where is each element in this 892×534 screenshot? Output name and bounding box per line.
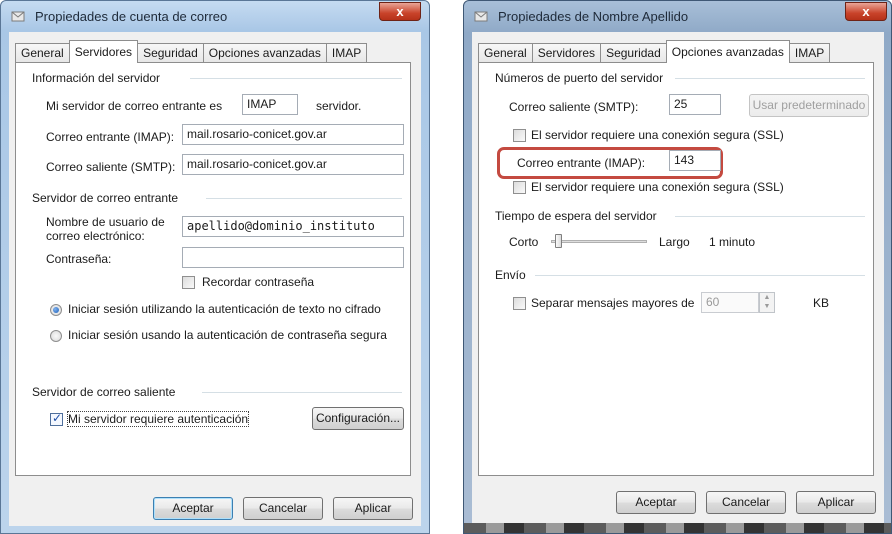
tab-servidores[interactable]: Servidores bbox=[68, 40, 139, 63]
split-unit-label: KB bbox=[813, 296, 830, 310]
configuration-button[interactable]: Configuración... bbox=[312, 407, 404, 430]
tab-page-opciones-avanzadas: Números de puerto del servidor Correo sa… bbox=[478, 62, 874, 476]
incoming-type-field: IMAP bbox=[242, 94, 298, 115]
account-properties-window: Propiedades de cuenta de correo x Genera… bbox=[0, 0, 430, 534]
tab-imap[interactable]: IMAP bbox=[788, 43, 831, 63]
close-button[interactable]: x bbox=[845, 2, 887, 21]
incoming-imap-server-input[interactable]: mail.rosario-conicet.gov.ar bbox=[182, 124, 404, 145]
smtp-port-input[interactable]: 25 bbox=[669, 94, 721, 115]
timeout-slider-thumb[interactable] bbox=[555, 234, 563, 248]
split-size-input[interactable]: 60 bbox=[701, 292, 759, 313]
group-divider bbox=[190, 78, 402, 79]
dialog-client-area: General Servidores Seguridad Opciones av… bbox=[472, 32, 884, 526]
sending-group-label: Envío bbox=[495, 268, 526, 282]
timeout-slider-track[interactable] bbox=[551, 240, 647, 243]
tab-strip: General Servidores Seguridad Opciones av… bbox=[478, 40, 831, 63]
incoming-type-label: Mi servidor de correo entrante es bbox=[46, 99, 223, 113]
outgoing-server-group-label: Servidor de correo saliente bbox=[32, 385, 176, 399]
split-messages-checkbox[interactable] bbox=[513, 297, 526, 310]
username-label-line2: correo electrónico: bbox=[46, 229, 145, 243]
tab-seguridad[interactable]: Seguridad bbox=[600, 43, 667, 63]
group-divider bbox=[535, 275, 865, 276]
username-label-line1: Nombre de usuario de bbox=[46, 215, 165, 229]
username-input[interactable]: apellido@dominio_instituto bbox=[182, 216, 404, 237]
group-divider bbox=[675, 78, 865, 79]
tab-general[interactable]: General bbox=[478, 43, 533, 63]
mail-account-icon bbox=[474, 11, 488, 22]
taskbar-strip bbox=[464, 523, 891, 533]
tab-seguridad[interactable]: Seguridad bbox=[137, 43, 204, 63]
imap-ssl-label: El servidor requiere una conexión segura… bbox=[531, 180, 784, 194]
tab-page-servidores: Información del servidor Mi servidor de … bbox=[15, 62, 411, 476]
password-label: Contraseña: bbox=[46, 252, 112, 266]
cancel-button[interactable]: Cancelar bbox=[243, 497, 323, 520]
password-input[interactable] bbox=[182, 247, 404, 268]
outgoing-smtp-server-input[interactable]: mail.rosario-conicet.gov.ar bbox=[182, 154, 404, 175]
timeout-long-label: Largo bbox=[659, 235, 690, 249]
imap-port-input[interactable]: 143 bbox=[669, 150, 721, 171]
timeout-group-label: Tiempo de espera del servidor bbox=[495, 209, 657, 223]
apply-button[interactable]: Aplicar bbox=[796, 491, 876, 514]
cancel-button[interactable]: Cancelar bbox=[706, 491, 786, 514]
window-title: Propiedades de Nombre Apellido bbox=[498, 9, 689, 24]
incoming-server-group-label: Servidor de correo entrante bbox=[32, 191, 179, 205]
imap-ssl-checkbox[interactable] bbox=[513, 181, 526, 194]
dialog-client-area: General Servidores Seguridad Opciones av… bbox=[9, 32, 421, 526]
radio-plain-auth-label: Iniciar sesión utilizando la autenticaci… bbox=[68, 302, 381, 316]
window-title: Propiedades de cuenta de correo bbox=[35, 9, 228, 24]
tab-imap[interactable]: IMAP bbox=[325, 43, 368, 63]
apply-button[interactable]: Aplicar bbox=[333, 497, 413, 520]
incoming-imap-label: Correo entrante (IMAP): bbox=[46, 130, 175, 144]
spin-down-icon[interactable]: ▼ bbox=[760, 302, 774, 311]
contact-properties-window: Propiedades de Nombre Apellido x General… bbox=[463, 0, 892, 534]
timeout-short-label: Corto bbox=[509, 235, 539, 249]
tab-opciones-avanzadas[interactable]: Opciones avanzadas bbox=[202, 43, 327, 63]
smtp-ssl-checkbox[interactable] bbox=[513, 129, 526, 142]
requires-auth-label: Mi servidor requiere autenticación bbox=[66, 411, 250, 427]
group-divider bbox=[202, 392, 402, 393]
imap-port-label: Correo entrante (IMAP): bbox=[517, 156, 646, 170]
timeout-value: 1 minuto bbox=[709, 235, 756, 249]
radio-secure-auth-label: Iniciar sesión usando la autenticación d… bbox=[68, 328, 387, 342]
smtp-port-label: Correo saliente (SMTP): bbox=[509, 100, 639, 114]
split-size-spinner[interactable]: ▲ ▼ bbox=[759, 292, 775, 313]
group-divider bbox=[206, 198, 402, 199]
ports-group-label: Números de puerto del servidor bbox=[495, 71, 664, 85]
server-info-group-label: Información del servidor bbox=[32, 71, 161, 85]
title-bar[interactable]: Propiedades de cuenta de correo x bbox=[1, 1, 429, 31]
close-button[interactable]: x bbox=[379, 2, 421, 21]
requires-auth-checkbox[interactable] bbox=[50, 411, 63, 426]
remember-password-label: Recordar contraseña bbox=[202, 275, 315, 289]
incoming-type-suffix: servidor. bbox=[316, 99, 362, 113]
tab-general[interactable]: General bbox=[15, 43, 70, 63]
spin-up-icon[interactable]: ▲ bbox=[760, 293, 774, 302]
ok-button[interactable]: Aceptar bbox=[616, 491, 696, 514]
smtp-ssl-label: El servidor requiere una conexión segura… bbox=[531, 128, 784, 142]
radio-plain-auth[interactable] bbox=[50, 304, 62, 316]
ok-button[interactable]: Aceptar bbox=[153, 497, 233, 520]
tab-servidores[interactable]: Servidores bbox=[531, 43, 602, 63]
radio-secure-auth[interactable] bbox=[50, 330, 62, 342]
group-divider bbox=[675, 216, 865, 217]
split-messages-label: Separar mensajes mayores de bbox=[531, 296, 695, 310]
tab-strip: General Servidores Seguridad Opciones av… bbox=[15, 40, 368, 63]
remember-password-checkbox[interactable] bbox=[182, 276, 195, 289]
title-bar[interactable]: Propiedades de Nombre Apellido x bbox=[464, 1, 891, 31]
tab-opciones-avanzadas[interactable]: Opciones avanzadas bbox=[665, 40, 790, 63]
outgoing-smtp-label: Correo saliente (SMTP): bbox=[46, 160, 176, 174]
use-default-button[interactable]: Usar predeterminado bbox=[749, 94, 869, 117]
mail-account-icon bbox=[11, 11, 25, 22]
